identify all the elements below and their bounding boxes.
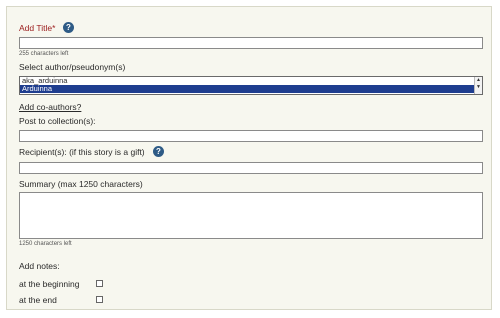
collection-input[interactable] — [19, 130, 483, 142]
title-label: Add Title* — [19, 23, 56, 33]
summary-textarea[interactable] — [19, 192, 483, 239]
recipient-help-icon[interactable]: ? — [153, 146, 164, 157]
author-option-arduinna[interactable]: Arduinna — [20, 85, 482, 93]
scroll-up-icon[interactable]: ▲ — [475, 77, 482, 84]
notes-end-label: at the end — [19, 295, 57, 305]
title-input[interactable] — [19, 37, 483, 49]
author-scrollbar[interactable]: ▲ ▼ — [474, 77, 482, 94]
scroll-down-icon[interactable]: ▼ — [475, 84, 482, 91]
notes-end-checkbox[interactable] — [96, 296, 103, 303]
work-form-panel: Add Title* ? 255 characters left Select … — [6, 6, 492, 310]
author-option-aka-arduinna[interactable]: aka_arduinna — [20, 77, 482, 85]
notes-label: Add notes: — [19, 261, 60, 271]
author-label: Select author/pseudonym(s) — [19, 62, 126, 72]
notes-beginning-label: at the beginning — [19, 279, 80, 289]
title-counter: 255 characters left — [19, 51, 69, 57]
summary-label: Summary (max 1250 characters) — [19, 179, 143, 189]
title-help-icon[interactable]: ? — [63, 22, 74, 33]
collection-label: Post to collection(s): — [19, 116, 96, 126]
summary-counter: 1250 characters left — [19, 241, 72, 247]
add-coauthors-link[interactable]: Add co-authors? — [19, 102, 81, 112]
notes-beginning-checkbox[interactable] — [96, 280, 103, 287]
recipient-label: Recipient(s): (if this story is a gift) — [19, 147, 145, 157]
author-select[interactable]: aka_arduinna Arduinna ▲ ▼ — [19, 76, 483, 95]
recipient-input[interactable] — [19, 162, 483, 174]
